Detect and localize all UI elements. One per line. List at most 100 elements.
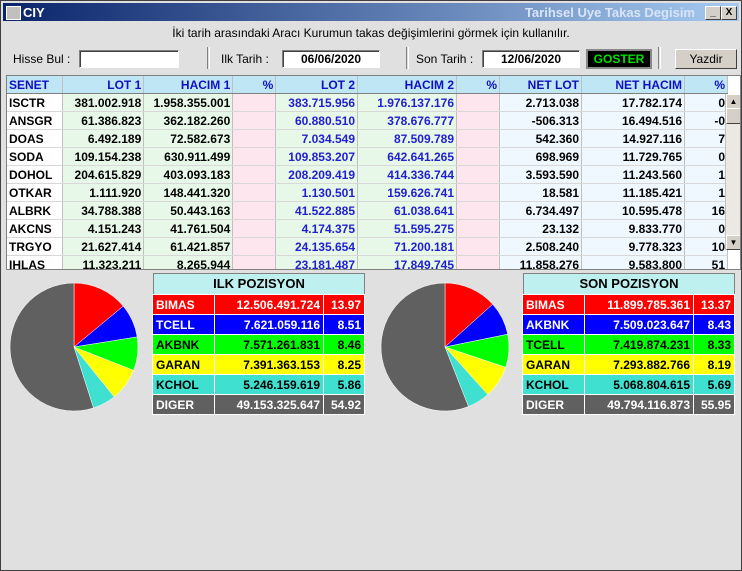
- scroll-down-icon[interactable]: ▼: [726, 235, 740, 250]
- table-row[interactable]: DOHOL 204.615.829 403.093.183 208.209.419 41…: [7, 165, 728, 184]
- position-row[interactable]: GARAN 7.293.882.766 8.19: [522, 354, 735, 375]
- position-row[interactable]: KCHOL 5.246.159.619 5.86: [152, 374, 365, 395]
- cell-net-lot: 11.858.276: [499, 255, 582, 269]
- cell-net-lot: 2.508.240: [499, 237, 582, 256]
- col-header-senet[interactable]: SENET: [7, 76, 63, 94]
- window-title: Tarihsel Uye Takas Degisim: [524, 5, 695, 20]
- hisse-bul-label: Hisse Bul :: [13, 52, 71, 66]
- position-pct: 55.95: [693, 394, 735, 415]
- cell-senet: ISCTR: [7, 93, 63, 112]
- col-header-pct1[interactable]: %: [232, 76, 277, 94]
- table-row[interactable]: SODA 109.154.238 630.911.499 109.853.207 642…: [7, 147, 728, 166]
- cell-hacim1: 61.421.857: [143, 237, 234, 256]
- cell-pct1: [232, 183, 277, 202]
- cell-senet: ANSGR: [7, 111, 63, 130]
- cell-net-hacim: 9.583.800: [581, 255, 685, 269]
- minimize-button[interactable]: _: [705, 6, 721, 20]
- cell-pct2: [456, 255, 500, 269]
- position-row[interactable]: DIGER 49.794.116.873 55.95: [522, 394, 735, 415]
- col-header-pct3[interactable]: %: [684, 76, 728, 94]
- table-row[interactable]: IHLAS 11.323.211 8.265.944 23.181.487 17.849…: [7, 255, 728, 269]
- col-header-hacim1[interactable]: HACIM 1: [143, 76, 234, 94]
- position-name: BIMAS: [522, 294, 585, 315]
- position-row[interactable]: KCHOL 5.068.804.615 5.69: [522, 374, 735, 395]
- position-pct: 13.37: [693, 294, 735, 315]
- cell-senet: TRGYO: [7, 237, 63, 256]
- col-header-pct2[interactable]: %: [456, 76, 500, 94]
- scroll-thumb[interactable]: [726, 108, 740, 124]
- cell-net-lot: 23.132: [499, 219, 582, 238]
- position-row[interactable]: BIMAS 11.899.785.361 13.37: [522, 294, 735, 315]
- position-row[interactable]: BIMAS 12.506.491.724 13.97: [152, 294, 365, 315]
- takas-grid[interactable]: SENET LOT 1 HACIM 1 % LOT 2 HACIM 2 % NE…: [6, 75, 741, 270]
- col-header-lot2[interactable]: LOT 2: [275, 76, 358, 94]
- cell-pct1: [232, 219, 277, 238]
- cell-net-hacim: 14.927.116: [581, 129, 685, 148]
- cell-pct1: [232, 165, 277, 184]
- cell-senet: OTKAR: [7, 183, 63, 202]
- col-header-net-lot[interactable]: NET LOT: [499, 76, 582, 94]
- son-tarih-input[interactable]: 12/06/2020: [482, 50, 580, 68]
- hisse-bul-input[interactable]: [79, 50, 179, 68]
- goster-button[interactable]: GOSTER: [586, 49, 652, 69]
- table-row[interactable]: ANSGR 61.386.823 362.182.260 60.880.510 378.…: [7, 111, 728, 130]
- col-header-net-hacim[interactable]: NET HACIM: [581, 76, 685, 94]
- position-value: 49.794.116.873: [583, 394, 695, 415]
- cell-pct1: [232, 201, 277, 220]
- son-pozisyon-pie-chart: [380, 282, 510, 412]
- app-icon[interactable]: [6, 6, 21, 20]
- cell-hacim1: 1.958.355.001: [143, 93, 234, 112]
- table-row[interactable]: DOAS 6.492.189 72.582.673 7.034.549 87.509.7…: [7, 129, 728, 148]
- cell-hacim1: 148.441.320: [143, 183, 234, 202]
- position-value: 12.506.491.724: [213, 294, 325, 315]
- position-row[interactable]: AKBNK 7.509.023.647 8.43: [522, 314, 735, 335]
- position-pct: 54.92: [323, 394, 365, 415]
- position-row[interactable]: GARAN 7.391.363.153 8.25: [152, 354, 365, 375]
- col-header-lot1[interactable]: LOT 1: [62, 76, 145, 94]
- yazdir-button[interactable]: Yazdir: [675, 49, 737, 69]
- cell-lot1: 204.615.829: [62, 165, 145, 184]
- cell-lot2: 23.181.487: [275, 255, 358, 269]
- table-row[interactable]: OTKAR 1.111.920 148.441.320 1.130.501 159.62…: [7, 183, 728, 202]
- cell-net-hacim: 11.243.560: [581, 165, 685, 184]
- cell-hacim2: 414.336.744: [357, 165, 457, 184]
- position-name: TCELL: [522, 334, 585, 355]
- cell-hacim2: 159.626.741: [357, 183, 457, 202]
- cell-pct2: [456, 165, 500, 184]
- position-row[interactable]: TCELL 7.621.059.116 8.51: [152, 314, 365, 335]
- cell-hacim1: 630.911.499: [143, 147, 234, 166]
- col-header-hacim2[interactable]: HACIM 2: [357, 76, 457, 94]
- cell-net-hacim: 9.833.770: [581, 219, 685, 238]
- table-row[interactable]: ALBRK 34.788.388 50.443.163 41.522.885 61.03…: [7, 201, 728, 220]
- cell-pct1: [232, 93, 277, 112]
- table-row[interactable]: TRGYO 21.627.414 61.421.857 24.135.654 71.20…: [7, 237, 728, 256]
- cell-pct3: 0: [684, 219, 728, 238]
- vertical-scrollbar[interactable]: ▲ ▼: [725, 94, 740, 250]
- cell-lot1: 4.151.243: [62, 219, 145, 238]
- cell-pct1: [232, 129, 277, 148]
- cell-net-hacim: 9.778.323: [581, 237, 685, 256]
- position-row[interactable]: DIGER 49.153.325.647 54.92: [152, 394, 365, 415]
- cell-senet: AKCNS: [7, 219, 63, 238]
- position-value: 7.621.059.116: [213, 314, 325, 335]
- ilk-pozisyon-title: ILK POZISYON: [153, 273, 365, 295]
- position-row[interactable]: AKBNK 7.571.261.831 8.46: [152, 334, 365, 355]
- cell-pct3: 0: [684, 93, 728, 112]
- table-row[interactable]: AKCNS 4.151.243 41.761.504 4.174.375 51.595.…: [7, 219, 728, 238]
- cell-hacim2: 51.595.275: [357, 219, 457, 238]
- position-row[interactable]: TCELL 7.419.874.231 8.33: [522, 334, 735, 355]
- position-value: 49.153.325.647: [213, 394, 325, 415]
- cell-pct1: [232, 111, 277, 130]
- ilk-tarih-input[interactable]: 06/06/2020: [282, 50, 380, 68]
- cell-pct3: 1: [684, 165, 728, 184]
- cell-pct2: [456, 147, 500, 166]
- position-name: GARAN: [522, 354, 585, 375]
- table-row[interactable]: ISCTR 381.002.918 1.958.355.001 383.715.956…: [7, 93, 728, 112]
- position-value: 7.391.363.153: [213, 354, 325, 375]
- cell-hacim1: 72.582.673: [143, 129, 234, 148]
- close-button[interactable]: X: [721, 6, 737, 20]
- scroll-up-icon[interactable]: ▲: [726, 94, 740, 109]
- divider: [658, 47, 661, 69]
- title-bar[interactable]: CIY Tarihsel Uye Takas Degisim _ X: [3, 3, 739, 21]
- position-pct: 8.25: [323, 354, 365, 375]
